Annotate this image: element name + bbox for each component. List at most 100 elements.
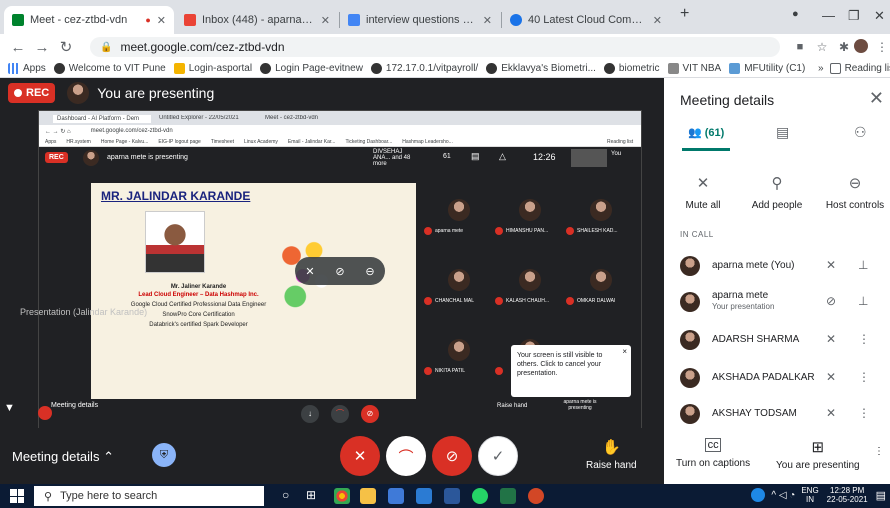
add-people-button[interactable]: ⚲ Add people bbox=[740, 174, 814, 211]
url-text: meet.google.com/cez-ztbd-vdn bbox=[120, 40, 285, 54]
participant-row[interactable]: aparna mete (You) ✕ ⊥ bbox=[664, 248, 890, 284]
clock[interactable]: 12:28 PM 22-05-2021 bbox=[827, 486, 868, 504]
participant-row[interactable]: ADARSH SHARMA ✕ ⋮ bbox=[664, 322, 890, 358]
powerpoint-icon[interactable] bbox=[528, 488, 544, 504]
bookmark-apps[interactable]: Apps bbox=[8, 63, 46, 74]
store-icon[interactable] bbox=[416, 488, 432, 504]
tab-title: Inbox (448) - aparna.mete@vit.edu bbox=[202, 14, 315, 26]
notifications-icon[interactable]: ▤ bbox=[876, 489, 886, 502]
forward-arrow-icon[interactable]: → bbox=[30, 39, 54, 56]
word-icon[interactable] bbox=[444, 488, 460, 504]
reload-icon[interactable]: ↻ bbox=[54, 38, 78, 56]
windows-start-icon[interactable] bbox=[10, 489, 24, 503]
pin-icon[interactable]: ⊥ bbox=[858, 294, 868, 308]
more-options-icon[interactable]: ⋮ bbox=[858, 370, 870, 384]
remove-icon[interactable]: ⊖ bbox=[365, 265, 374, 278]
new-tab-button[interactable]: + bbox=[680, 5, 689, 23]
profile-dot-icon[interactable]: ● bbox=[792, 8, 799, 20]
mic-icon: ↓ bbox=[301, 405, 319, 423]
mic-off-icon bbox=[495, 297, 503, 305]
tab-people[interactable]: 👥 (61) bbox=[688, 126, 724, 139]
profile-avatar[interactable] bbox=[854, 39, 868, 53]
activities-icon[interactable]: ⚇ bbox=[854, 124, 867, 141]
address-bar[interactable]: 🔒 meet.google.com/cez-ztbd-vdn bbox=[90, 37, 780, 57]
task-view-icon[interactable]: ⊞ bbox=[306, 488, 316, 502]
mic-off-icon bbox=[424, 367, 432, 375]
shared-screen: Dashboard - AI Platform - Dem Untitled E… bbox=[38, 110, 642, 430]
bookmark-item[interactable]: 172.17.0.1/vitpayroll/ bbox=[370, 63, 478, 74]
close-icon[interactable]: ✕ bbox=[653, 14, 662, 27]
whatsapp-icon[interactable] bbox=[472, 488, 488, 504]
bookmark-item[interactable]: Ekklavya's Biometri... bbox=[486, 63, 596, 74]
meeting-details-button[interactable]: Meeting details ⌃ bbox=[12, 449, 114, 465]
tab-meet[interactable]: Meet - cez-ztbd-vdn ● ✕ bbox=[4, 6, 174, 34]
file-explorer-icon[interactable] bbox=[360, 488, 376, 504]
close-icon[interactable]: ✕ bbox=[321, 14, 330, 27]
bookmark-item[interactable]: Login-asportal bbox=[173, 63, 252, 74]
tab-inbox[interactable]: Inbox (448) - aparna.mete@vit.edu ✕ bbox=[176, 6, 338, 34]
minimize-icon[interactable]: — bbox=[822, 8, 835, 23]
excel-icon[interactable] bbox=[500, 488, 516, 504]
camera-off-button[interactable]: ⊘ bbox=[432, 436, 472, 476]
chat-icon[interactable]: ▤ bbox=[776, 124, 789, 141]
reading-list-button[interactable]: »Reading list bbox=[818, 63, 890, 74]
menu-icon[interactable]: ⋮ bbox=[870, 40, 890, 54]
close-icon[interactable]: ✕ bbox=[869, 88, 884, 109]
mic-off-button[interactable]: ✕ bbox=[340, 436, 380, 476]
participant-row[interactable]: aparna mete Your presentation ⊘ ⊥ bbox=[664, 284, 890, 320]
tab-cloud[interactable]: 40 Latest Cloud Computing Inter ✕ bbox=[502, 6, 670, 34]
in-call-heading: IN CALL bbox=[680, 230, 714, 239]
raise-hand-button[interactable]: ✋ Raise hand bbox=[586, 438, 637, 471]
camera-icon[interactable]: ■ bbox=[788, 41, 812, 53]
close-icon[interactable]: ✕ bbox=[157, 14, 166, 27]
host-controls-button[interactable]: ⊖ Host controls bbox=[818, 174, 890, 211]
language-indicator[interactable]: ENG IN bbox=[801, 486, 818, 504]
shield-icon[interactable]: ⛨ bbox=[152, 443, 176, 467]
site-icon bbox=[173, 63, 185, 74]
tab-title: 40 Latest Cloud Computing Inter bbox=[528, 14, 647, 26]
participant-row[interactable]: AKSHADA PADALKAR ✕ ⋮ bbox=[664, 360, 890, 396]
mic-off-icon[interactable]: ⊘ bbox=[335, 265, 344, 278]
inner-rec-badge: REC bbox=[45, 152, 68, 163]
tab-interview[interactable]: interview questions on database ✕ bbox=[340, 6, 500, 34]
app-icon[interactable] bbox=[388, 488, 404, 504]
person-add-icon: ⚲ bbox=[771, 175, 783, 192]
cortana-icon[interactable]: ○ bbox=[282, 488, 289, 502]
record-dot-icon bbox=[14, 89, 22, 97]
participant-row[interactable]: AKSHAY TODSAM ✕ ⋮ bbox=[664, 396, 890, 432]
pin-off-icon[interactable]: ✕ bbox=[305, 265, 314, 278]
maximize-icon[interactable]: ❐ bbox=[848, 8, 860, 24]
tray-icons[interactable]: ^ ◁ ◔ bbox=[771, 490, 795, 501]
more-options-icon[interactable]: ⋮ bbox=[858, 332, 870, 346]
chrome-icon[interactable] bbox=[334, 488, 350, 504]
participant-tile: SHAILESH KAD... bbox=[564, 183, 634, 241]
more-options-icon[interactable]: ⋮ bbox=[858, 406, 870, 420]
more-options-icon[interactable]: ⋮ bbox=[874, 446, 884, 457]
bookmark-item[interactable]: Login Page-evitnew bbox=[260, 63, 363, 74]
bookmark-item[interactable]: VIT NBA bbox=[667, 63, 721, 74]
inner-others-text: DIVSEHAJ ANA... and 48 more bbox=[373, 149, 411, 167]
leave-call-button[interactable]: ⌒ bbox=[386, 436, 426, 476]
back-arrow-icon[interactable]: ← bbox=[6, 39, 30, 56]
pin-icon[interactable]: ⊥ bbox=[858, 258, 868, 272]
mic-off-icon bbox=[495, 367, 503, 375]
pin-icon[interactable]: ▼ bbox=[4, 402, 16, 418]
confirm-button[interactable]: ✓ bbox=[478, 436, 518, 476]
extensions-icon[interactable]: ✱ bbox=[832, 40, 856, 54]
mute-all-button[interactable]: ✕ Mute all bbox=[666, 174, 740, 211]
captions-button[interactable]: cc Turn on captions bbox=[676, 438, 750, 469]
chat-icon: ▤ bbox=[471, 151, 480, 161]
bookmark-item[interactable]: biometric bbox=[603, 63, 660, 74]
help-icon[interactable] bbox=[751, 488, 766, 502]
tooltip-close-icon[interactable]: × bbox=[622, 347, 627, 356]
star-icon[interactable]: ☆ bbox=[810, 40, 834, 54]
site-icon bbox=[510, 14, 522, 26]
bookmark-item[interactable]: Welcome to VIT Pune bbox=[53, 63, 166, 74]
taskbar-search[interactable]: ⚲ Type here to search bbox=[34, 486, 264, 506]
bookmark-item[interactable]: MFUtility (C1) bbox=[729, 63, 805, 74]
inner-nav-icons: ← → ↻ ⌂ bbox=[45, 128, 71, 135]
window-close-icon[interactable]: ✕ bbox=[874, 8, 885, 24]
presenting-button[interactable]: ⊞ You are presenting bbox=[776, 438, 860, 471]
chevron-right-icon: » bbox=[818, 63, 824, 74]
close-icon[interactable]: ✕ bbox=[483, 14, 492, 27]
